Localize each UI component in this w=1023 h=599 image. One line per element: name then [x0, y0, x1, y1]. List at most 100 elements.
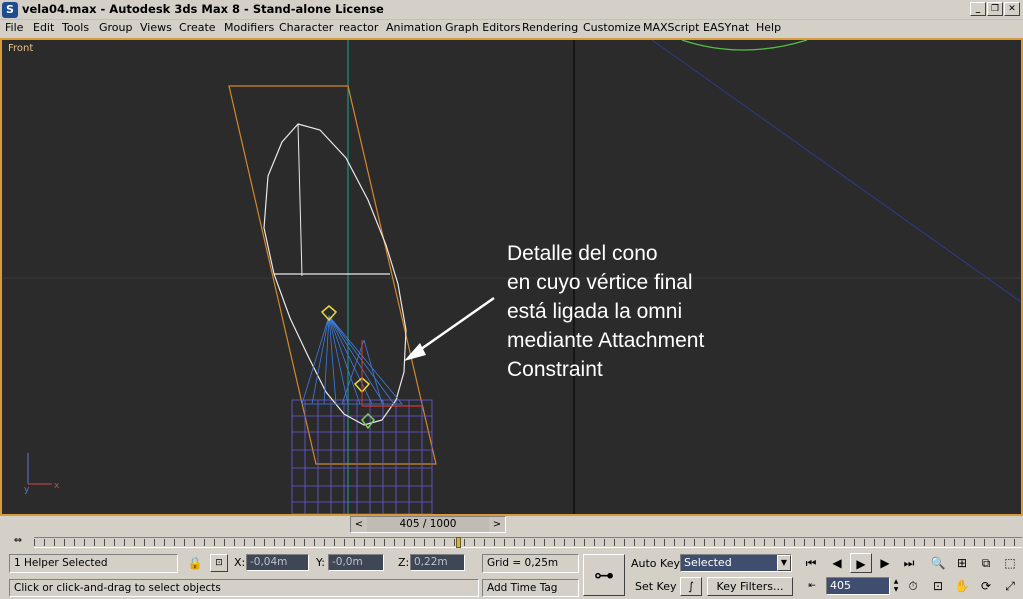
- window-title: vela04.max - Autodesk 3ds Max 8 - Stand-…: [22, 2, 384, 16]
- time-slider[interactable]: < 405 / 1000 >: [350, 516, 506, 533]
- annotation-line: mediante Attachment: [507, 329, 705, 352]
- menu-help[interactable]: Help: [756, 21, 781, 34]
- track-tick: [1014, 539, 1015, 546]
- menu-maxscript[interactable]: MAXScript: [643, 21, 699, 34]
- add-time-tag-button[interactable]: Add Time Tag: [482, 579, 579, 597]
- track-tick: [174, 539, 175, 546]
- dropdown-arrow-icon[interactable]: ▼: [777, 555, 791, 571]
- track-tick: [524, 539, 525, 546]
- z-coord-field[interactable]: 0,22m: [410, 554, 465, 571]
- track-tick: [774, 539, 775, 546]
- zoom-all-icon[interactable]: ⊞: [951, 553, 973, 573]
- selection-set-dropdown[interactable]: Selected ▼: [680, 554, 792, 572]
- menu-reactor[interactable]: reactor: [339, 21, 378, 34]
- go-to-end-icon[interactable]: ⏭: [898, 553, 920, 573]
- auto-key-button[interactable]: Auto Key: [631, 557, 680, 570]
- zoom-extents-all-icon[interactable]: ⬚: [999, 553, 1021, 573]
- track-tick: [484, 539, 485, 546]
- restore-button[interactable]: ❐: [987, 2, 1003, 16]
- track-tick: [324, 539, 325, 546]
- viewport-label[interactable]: Front: [8, 43, 33, 54]
- track-bar[interactable]: ⇔: [0, 534, 1023, 550]
- track-tick: [614, 539, 615, 546]
- current-frame-marker[interactable]: [456, 537, 461, 548]
- track-tick: [394, 539, 395, 546]
- track-tick: [254, 539, 255, 546]
- close-button[interactable]: ✕: [1004, 2, 1020, 16]
- menu-edit[interactable]: Edit: [33, 21, 54, 34]
- track-tick: [444, 539, 445, 546]
- track-tick: [674, 539, 675, 546]
- time-configuration-icon[interactable]: ⏱: [902, 576, 924, 596]
- current-frame-field[interactable]: 405: [826, 577, 890, 595]
- default-tangent-icon[interactable]: ∫: [680, 577, 702, 596]
- menu-customize[interactable]: Customize: [583, 21, 641, 34]
- zoom-extents-icon[interactable]: ⧉: [975, 553, 997, 573]
- menu-group[interactable]: Group: [99, 21, 133, 34]
- track-tick: [974, 539, 975, 546]
- track-tick: [694, 539, 695, 546]
- time-slider-label[interactable]: 405 / 1000: [367, 517, 489, 532]
- menu-file[interactable]: File: [5, 21, 23, 34]
- track-tick: [834, 539, 835, 546]
- absolute-mode-icon[interactable]: ⊡: [210, 554, 228, 572]
- track-tick: [534, 539, 535, 546]
- mini-curve-editor-icon[interactable]: ⇔: [6, 532, 30, 550]
- lock-selection-icon[interactable]: 🔒: [184, 553, 206, 573]
- key-filters-button[interactable]: Key Filters...: [707, 577, 793, 596]
- track-tick: [564, 539, 565, 546]
- menu-create[interactable]: Create: [179, 21, 216, 34]
- track-tick: [464, 539, 465, 546]
- track-tick: [864, 539, 865, 546]
- time-next-button[interactable]: >: [489, 517, 505, 532]
- set-key-mode-icon[interactable]: ⊶: [583, 554, 625, 596]
- menu-easynat[interactable]: EASYnat: [703, 21, 749, 34]
- frame-spinner-down-icon[interactable]: ▼: [892, 586, 900, 594]
- region-zoom-icon[interactable]: ⊡: [927, 576, 949, 596]
- x-coord-field[interactable]: -0,04m: [246, 554, 309, 571]
- track-tick: [804, 539, 805, 546]
- track-tick: [154, 539, 155, 546]
- menu-rendering[interactable]: Rendering: [522, 21, 578, 34]
- track-tick: [514, 539, 515, 546]
- play-icon[interactable]: ▶: [850, 553, 872, 573]
- z-coord-label: Z:: [398, 556, 410, 569]
- previous-frame-icon[interactable]: ◀: [826, 553, 848, 573]
- selection-status: 1 Helper Selected: [9, 554, 178, 573]
- menu-modifiers[interactable]: Modifiers: [224, 21, 274, 34]
- maximize-viewport-icon[interactable]: ⤢: [999, 576, 1021, 596]
- menu-character[interactable]: Character: [279, 21, 333, 34]
- y-coord-field[interactable]: -0,0m: [328, 554, 384, 571]
- next-frame-icon[interactable]: ▶: [874, 553, 896, 573]
- menu-views[interactable]: Views: [140, 21, 172, 34]
- track-tick: [634, 539, 635, 546]
- frame-spinner-up-icon[interactable]: ▲: [892, 578, 900, 586]
- menu-tools[interactable]: Tools: [62, 21, 89, 34]
- menu-animation[interactable]: Animation: [386, 21, 442, 34]
- track-tick: [814, 539, 815, 546]
- zoom-icon[interactable]: 🔍: [927, 553, 949, 573]
- go-to-start-icon[interactable]: ⏮: [800, 553, 822, 573]
- minimize-button[interactable]: _: [970, 2, 986, 16]
- set-key-button[interactable]: Set Key: [635, 580, 677, 593]
- front-viewport[interactable]: y x Front Detalle del cono en cuyo vérti…: [0, 38, 1023, 516]
- track-tick: [414, 539, 415, 546]
- track-tick: [684, 539, 685, 546]
- track-tick: [354, 539, 355, 546]
- track-tick: [664, 539, 665, 546]
- app-logo-icon[interactable]: S: [2, 2, 18, 18]
- time-prev-button[interactable]: <: [351, 517, 367, 532]
- key-mode-toggle-icon[interactable]: ⇤: [801, 576, 823, 596]
- x-coord-label: X:: [234, 556, 246, 569]
- track-ruler[interactable]: [34, 537, 1022, 548]
- track-tick: [454, 539, 455, 546]
- menu-graph-editors[interactable]: Graph Editors: [445, 21, 521, 34]
- track-tick: [124, 539, 125, 546]
- pan-hand-icon[interactable]: ✋: [951, 576, 973, 596]
- track-tick: [214, 539, 215, 546]
- track-tick: [904, 539, 905, 546]
- track-tick: [334, 539, 335, 546]
- arc-rotate-icon[interactable]: ⟳: [975, 576, 997, 596]
- track-tick: [784, 539, 785, 546]
- track-tick: [314, 539, 315, 546]
